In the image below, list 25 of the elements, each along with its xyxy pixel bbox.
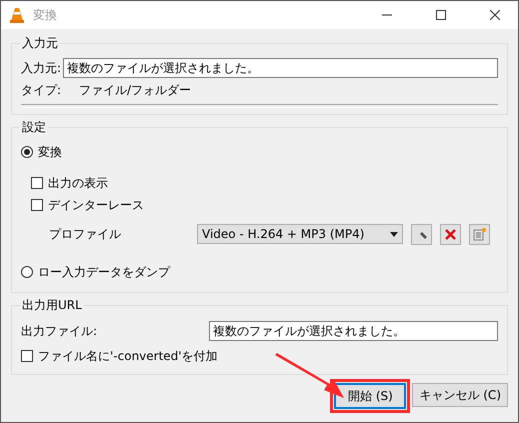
traffic-cone-icon: [9, 7, 25, 23]
group-title: 入力元: [21, 35, 59, 52]
profile-dropdown[interactable]: Video - H.264 + MP3 (MP4): [197, 224, 403, 244]
checkbox-option[interactable]: 出力の表示: [31, 174, 108, 192]
type-label: タイプ:: [21, 82, 62, 98]
output-field[interactable]: 複数のファイルが選択されました。: [209, 321, 498, 341]
maximize-icon: [436, 10, 446, 20]
dialog-button[interactable]: キャンセル (C): [412, 383, 508, 407]
window-title: 変換: [33, 6, 58, 24]
checkbox-option[interactable]: ファイル名に'-converted'を付加: [21, 348, 218, 364]
field-label: 出力ファイル:: [21, 322, 98, 340]
source-field[interactable]: 複数のファイルが選択されました。: [63, 58, 498, 78]
group-title: 設定: [21, 119, 47, 136]
radio-option[interactable]: ロー入力データをダンプ: [21, 264, 170, 280]
dialog-button[interactable]: 開始 (S): [334, 383, 406, 409]
checkbox-option[interactable]: デインターレース: [31, 196, 144, 214]
field-label: 入力元:: [21, 60, 62, 76]
list-icon[interactable]: [469, 224, 490, 244]
type-value: ファイル/フォルダー: [79, 82, 192, 98]
close-icon: [490, 10, 500, 20]
group-title: 出力用URL: [21, 297, 83, 314]
radio-option[interactable]: 変換: [21, 144, 62, 160]
delete-icon[interactable]: [440, 224, 461, 244]
caret-icon: [390, 232, 398, 236]
profile-label: プロファイル: [49, 226, 122, 242]
